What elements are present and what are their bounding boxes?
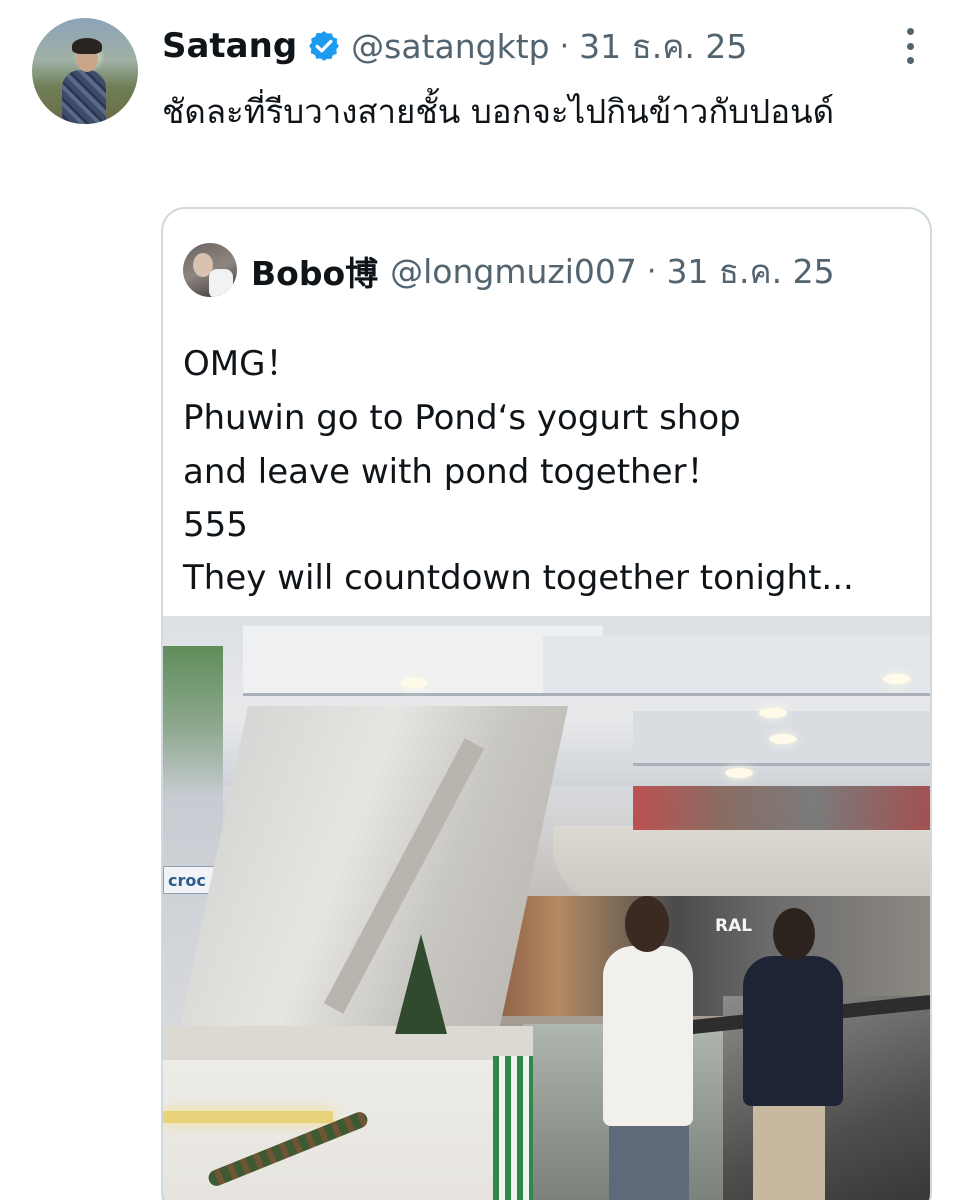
quoted-tweet-card[interactable]: Bobo博 @longmuzi007 · 31 ธ.ค. 25 OMG！ Phu…	[161, 207, 932, 1200]
author-handle[interactable]: @satangktp	[351, 27, 549, 66]
quoted-text-line: and leave with pond together！	[183, 452, 721, 492]
quoted-text-line: 555	[183, 505, 248, 545]
tweet-date[interactable]: 31 ธ.ค. 25	[579, 20, 747, 73]
quoted-media-video[interactable]: croc RAL	[163, 616, 930, 1200]
quoted-tweet-text: OMG！ Phuwin go to Pond‘s yogurt shop and…	[183, 337, 923, 605]
quoted-text-line: They will countdown together tonight...	[183, 558, 854, 598]
quoted-author-avatar[interactable]	[183, 243, 237, 297]
tweet-header: Satang @satangktp · 31 ธ.ค. 25	[162, 22, 747, 70]
more-vertical-icon[interactable]	[898, 28, 922, 64]
tweet: Satang @satangktp · 31 ธ.ค. 25 ชัดละที่ร…	[0, 0, 964, 1200]
separator-dot: ·	[646, 253, 657, 289]
separator-dot: ·	[559, 28, 570, 64]
quoted-text-line: OMG！	[183, 344, 300, 384]
tweet-text: ชัดละที่รีบวางสายชั้น บอกจะไปกินข้าวกับป…	[162, 92, 835, 131]
quoted-tweet-header: Bobo博 @longmuzi007 · 31 ธ.ค. 25	[251, 247, 835, 295]
quoted-tweet-date[interactable]: 31 ธ.ค. 25	[666, 245, 834, 298]
quoted-author-name[interactable]: Bobo博	[251, 247, 378, 295]
author-name[interactable]: Satang	[162, 26, 297, 66]
verified-badge-icon	[309, 31, 340, 61]
quoted-author-handle[interactable]: @longmuzi007	[390, 252, 637, 291]
author-avatar[interactable]	[32, 18, 138, 124]
quoted-text-line: Phuwin go to Pond‘s yogurt shop	[183, 398, 741, 438]
